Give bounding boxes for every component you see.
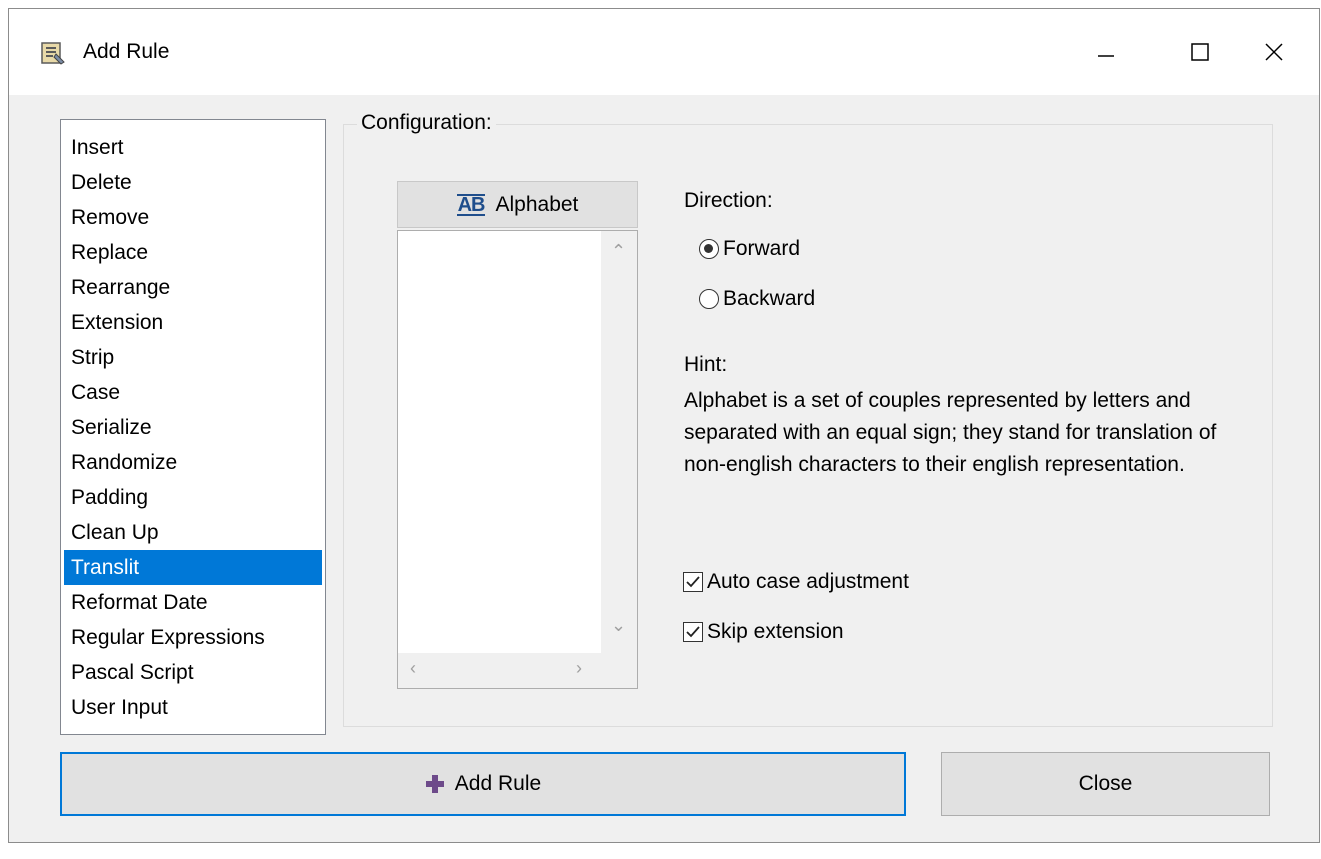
minimize-icon — [1098, 55, 1114, 57]
hint-label: Hint: — [684, 353, 728, 376]
add-rule-app-icon — [40, 40, 66, 66]
rule-item-insert[interactable]: Insert — [64, 130, 322, 165]
rule-item-reformat-date[interactable]: Reformat Date — [64, 585, 322, 620]
close-button[interactable]: Close — [941, 752, 1270, 816]
scroll-up-icon[interactable]: ⌃ — [611, 241, 626, 262]
rule-item-delete[interactable]: Delete — [64, 165, 322, 200]
window-title: Add Rule — [83, 40, 170, 63]
skip-extension-label[interactable]: Skip extension — [707, 620, 844, 644]
auto-case-label[interactable]: Auto case adjustment — [707, 570, 909, 594]
scroll-down-icon[interactable]: ⌄ — [611, 615, 626, 636]
rule-item-case[interactable]: Case — [64, 375, 322, 410]
auto-case-check-box[interactable] — [683, 572, 703, 592]
radio-forward-indicator[interactable] — [699, 239, 719, 259]
rule-item-replace[interactable]: Replace — [64, 235, 322, 270]
add-rule-button[interactable]: Add Rule — [60, 752, 906, 816]
close-window-button[interactable] — [1227, 9, 1321, 95]
vertical-scrollbar[interactable]: ⌃ ⌄ — [601, 231, 637, 655]
minimize-button[interactable] — [1059, 9, 1153, 95]
checkmark-icon — [686, 626, 700, 638]
rule-item-pascal-script[interactable]: Pascal Script — [64, 655, 322, 690]
rule-item-user-input[interactable]: User Input — [64, 690, 322, 725]
scroll-left-icon[interactable]: ‹ — [410, 658, 416, 679]
rule-item-randomize[interactable]: Randomize — [64, 445, 322, 480]
checkmark-icon — [686, 576, 700, 588]
configuration-label: Configuration: — [357, 111, 496, 135]
rule-item-regular-expressions[interactable]: Regular Expressions — [64, 620, 322, 655]
skip-extension-check-box[interactable] — [683, 622, 703, 642]
rule-type-list[interactable]: Insert Delete Remove Replace Rearrange Extens… — [60, 119, 326, 735]
add-rule-label: Add Rule — [454, 772, 542, 795]
rule-item-serialize[interactable]: Serialize — [64, 410, 322, 445]
close-label: Close — [1078, 772, 1133, 795]
horizontal-scrollbar[interactable]: ‹ › — [398, 653, 637, 688]
backward-radio[interactable]: Backward — [699, 287, 815, 311]
maximize-icon — [1191, 43, 1209, 61]
alphabet-button[interactable]: AB Alphabet — [397, 181, 638, 228]
hint-text: Alphabet is a set of couples represented… — [684, 389, 1217, 476]
rule-item-rearrange[interactable]: Rearrange — [64, 270, 322, 305]
forward-radio[interactable]: Forward — [699, 237, 800, 261]
title-bar[interactable]: Add Rule — [9, 9, 1319, 95]
skip-extension-checkbox[interactable]: Skip extension — [683, 620, 844, 644]
rule-item-remove[interactable]: Remove — [64, 200, 322, 235]
rule-item-translit[interactable]: Translit — [64, 550, 322, 585]
auto-case-checkbox[interactable]: Auto case adjustment — [683, 570, 909, 594]
radio-backward-indicator[interactable] — [699, 289, 719, 309]
forward-label[interactable]: Forward — [723, 237, 800, 261]
plus-icon — [425, 775, 444, 793]
rule-item-extension[interactable]: Extension — [64, 305, 322, 340]
close-icon — [1265, 43, 1283, 61]
rule-item-padding[interactable]: Padding — [64, 480, 322, 515]
rule-item-clean-up[interactable]: Clean Up — [64, 515, 322, 550]
scroll-right-icon[interactable]: › — [576, 658, 582, 679]
alphabet-button-label: Alphabet — [495, 192, 579, 216]
direction-label: Direction: — [684, 189, 773, 212]
backward-label[interactable]: Backward — [723, 287, 815, 311]
rule-item-strip[interactable]: Strip — [64, 340, 322, 375]
add-rule-dialog: Add Rule Insert Delete Remove Replace Rearra… — [8, 8, 1320, 843]
alphabet-text-area[interactable]: ⌃ ⌄ ‹ › — [397, 230, 638, 689]
alphabet-icon: AB — [456, 193, 486, 216]
